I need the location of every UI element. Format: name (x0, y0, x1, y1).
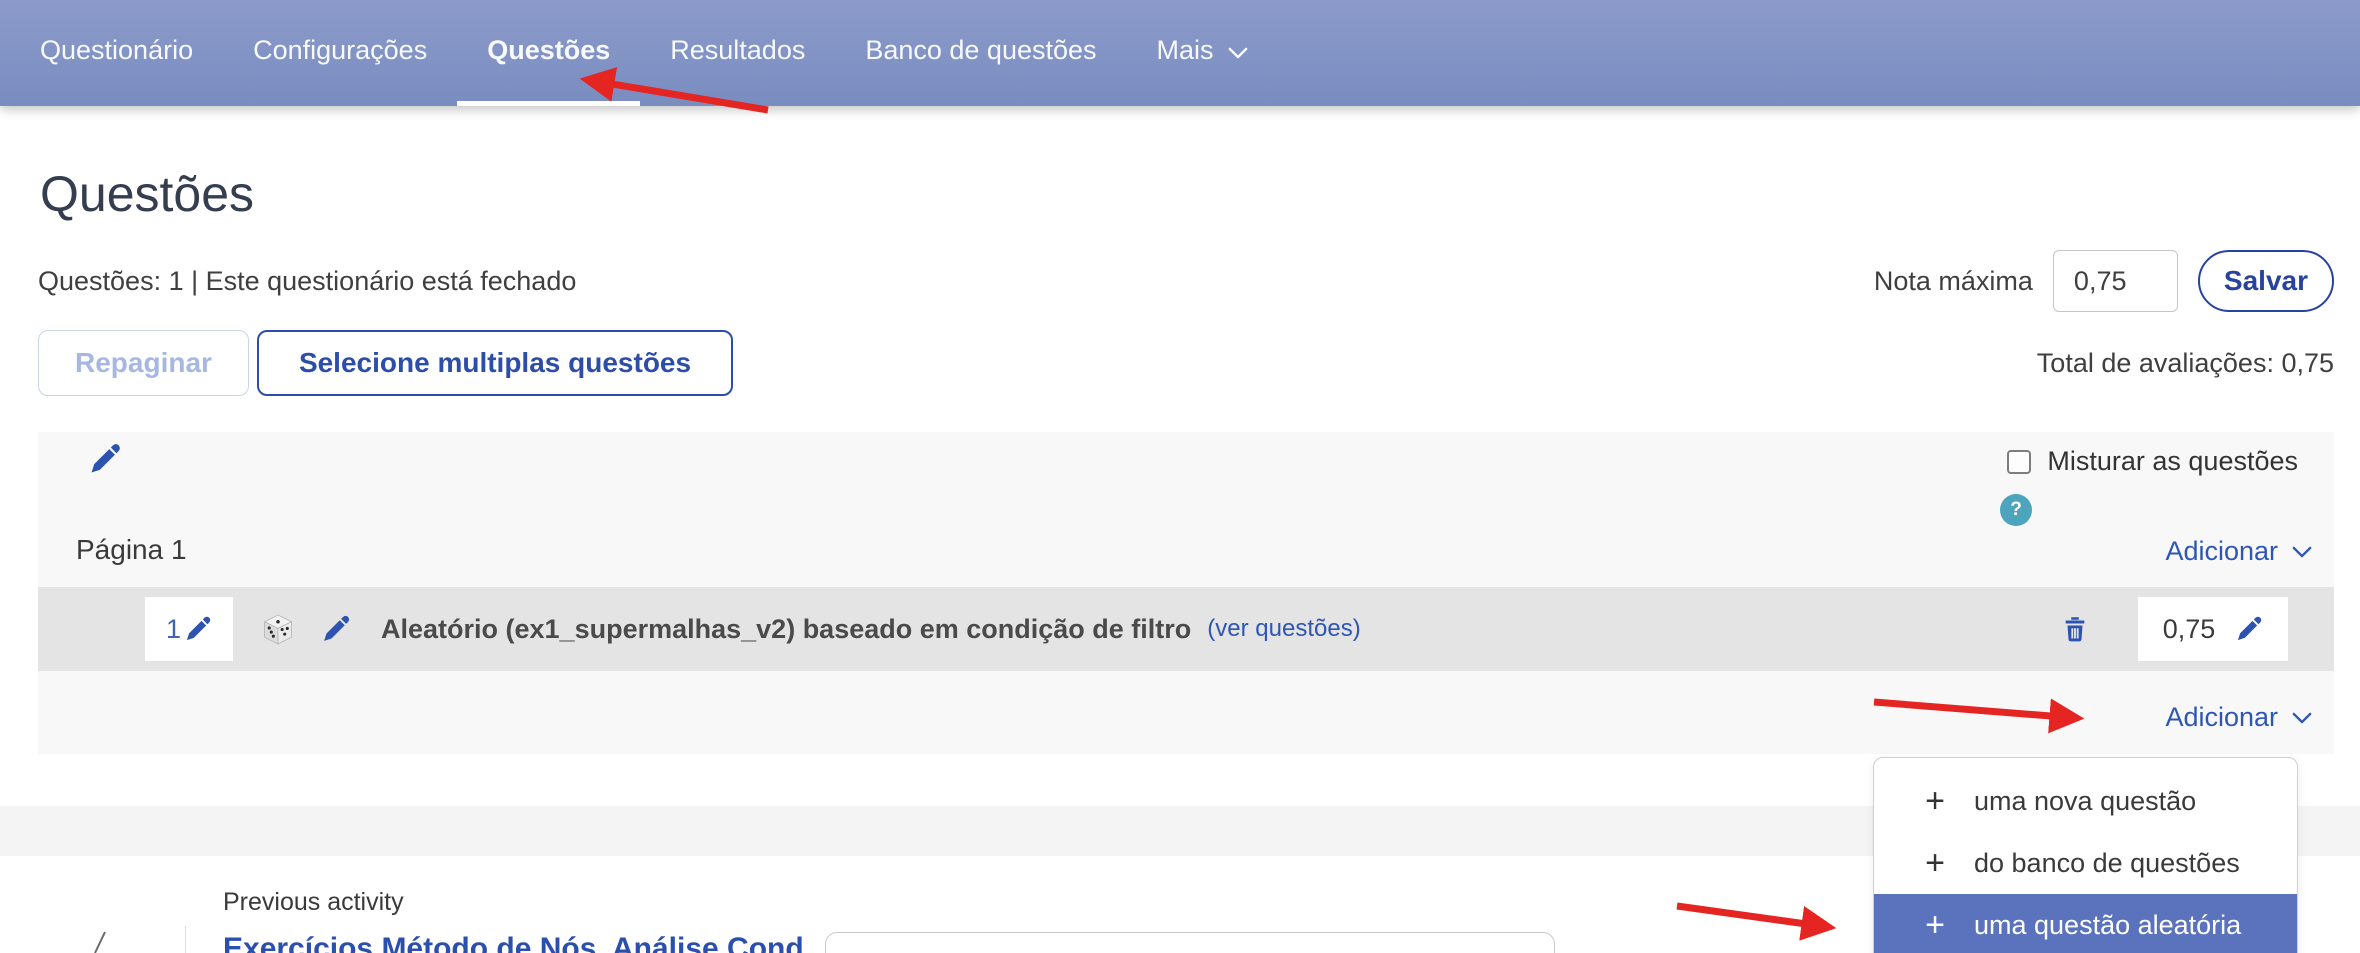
shuffle-questions-checkbox[interactable] (2007, 449, 2032, 474)
tab-questoes[interactable]: Questões (457, 0, 641, 106)
tab-mais[interactable]: Mais (1127, 0, 1278, 106)
question-title[interactable]: Aleatório (ex1_supermalhas_v2) baseado e… (381, 614, 1191, 645)
question-row: 1 Aleatório (ex1_supermalhas_v2) baseado… (38, 587, 2334, 671)
plus-icon: + (1925, 843, 1945, 882)
chevron-down-icon (1228, 47, 1247, 58)
chevron-left-icon (94, 931, 106, 953)
tab-configuracoes[interactable]: Configurações (223, 0, 457, 106)
tab-banco-de-questoes[interactable]: Banco de questões (835, 0, 1126, 106)
shuffle-questions-group: Misturar as questões (2007, 446, 2298, 477)
shuffle-questions-label: Misturar as questões (2047, 446, 2298, 476)
footer-divider (185, 926, 186, 953)
quiz-navbar: Questionário Configurações Questões Resu… (0, 0, 2360, 106)
max-grade-input[interactable] (2052, 250, 2178, 312)
status-row: Questões: 1 | Este questionário está fec… (38, 250, 2334, 312)
random-question-die-icon (263, 614, 293, 645)
menu-item-from-question-bank[interactable]: + do banco de questões (1874, 832, 2297, 894)
chevron-down-icon (2292, 712, 2312, 723)
add-question-menu: + uma nova questão + do banco de questõe… (1873, 757, 2298, 953)
page-title: Questões (40, 166, 255, 222)
select-multiple-questions-button[interactable]: Selecione multiplas questões (256, 330, 734, 396)
question-number: 1 (165, 613, 182, 644)
total-of-marks-text: Total de avaliações: 0,75 (2036, 347, 2334, 378)
tab-questionario[interactable]: Questionário (10, 0, 223, 106)
quiz-status-text: Questões: 1 | Este questionário está fec… (38, 265, 577, 296)
edit-question-pencil-icon[interactable] (321, 614, 351, 644)
previous-activity-label: Previous activity (223, 888, 404, 916)
menu-item-new-question[interactable]: + uma nova questão (1874, 770, 2297, 832)
menu-item-random-question[interactable]: + uma questão aleatória (1874, 894, 2297, 953)
question-number-box: 1 (145, 597, 233, 661)
left-buttons: Repaginar Selecione multiplas questões (38, 330, 734, 396)
view-questions-link[interactable]: (ver questões) (1207, 615, 1360, 643)
help-icon[interactable]: ? (2000, 494, 2032, 526)
jump-to-activity-select[interactable] (825, 932, 1555, 953)
edit-heading-pencil-icon[interactable] (88, 442, 122, 481)
question-grade-box: 0,75 (2138, 597, 2288, 661)
edit-grade-pencil-icon[interactable] (2235, 615, 2263, 643)
edit-number-pencil-icon[interactable] (184, 615, 212, 643)
max-grade-group: Nota máxima Salvar (1874, 250, 2334, 312)
question-grade-value: 0,75 (2162, 613, 2216, 644)
repaginate-button[interactable]: Repaginar (38, 330, 249, 396)
add-menu-link-top[interactable]: Adicionar (2165, 536, 2312, 567)
page-1-label: Página 1 (76, 534, 187, 565)
buttons-row: Repaginar Selecione multiplas questões T… (38, 330, 2334, 396)
save-button[interactable]: Salvar (2197, 250, 2334, 312)
delete-question-trash-icon[interactable] (2060, 614, 2090, 644)
previous-activity-link[interactable]: Exercícios Método de Nós, Análise Cond (223, 932, 804, 953)
tab-resultados[interactable]: Resultados (640, 0, 835, 106)
add-menu-link-bottom[interactable]: Adicionar (2165, 702, 2312, 733)
plus-icon: + (1925, 905, 1945, 944)
chevron-down-icon (2292, 546, 2312, 557)
max-grade-label: Nota máxima (1873, 265, 2033, 296)
questions-panel: Misturar as questões ? Página 1 Adiciona… (38, 432, 2334, 754)
plus-icon: + (1925, 781, 1945, 820)
